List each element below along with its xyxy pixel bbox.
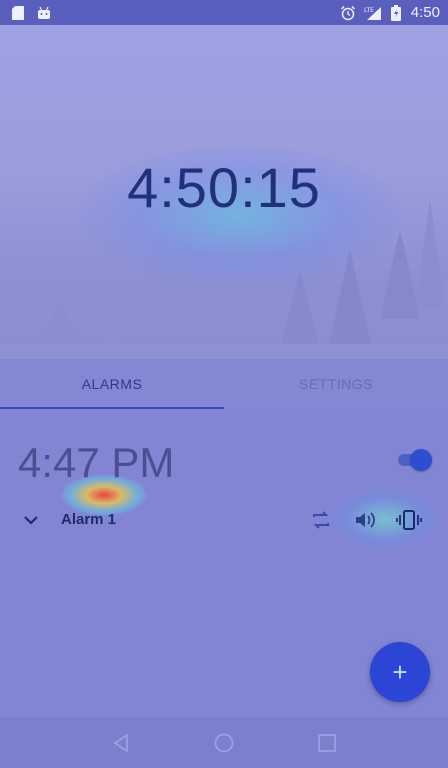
recents-icon[interactable]: [315, 731, 339, 755]
svg-text:LTE: LTE: [364, 7, 374, 14]
tab-alarms-label: ALARMS: [81, 376, 143, 392]
status-time: 4:50: [410, 4, 440, 21]
sd-card-icon: [10, 5, 26, 21]
alarm-toggle[interactable]: [396, 449, 432, 471]
status-right: LTE 4:50: [340, 4, 440, 21]
tab-settings-label: SETTINGS: [298, 376, 373, 392]
chevron-down-icon[interactable]: [22, 511, 40, 529]
alarm-clock-icon: [340, 5, 356, 21]
battery-icon: [390, 4, 402, 21]
status-bar: LTE 4:50: [0, 0, 448, 25]
tab-settings[interactable]: SETTINGS: [224, 359, 448, 409]
status-left: [10, 5, 52, 21]
vibrate-icon[interactable]: [396, 507, 422, 533]
navigation-bar: [0, 717, 448, 768]
alarm-time[interactable]: 4:47 PM: [18, 439, 174, 487]
toggle-thumb: [410, 449, 432, 471]
clock-header: 4:50:15: [0, 25, 448, 359]
add-alarm-button[interactable]: +: [370, 642, 430, 702]
add-label: +: [392, 656, 408, 687]
signal-icon: LTE: [363, 5, 383, 21]
back-icon[interactable]: [109, 731, 133, 755]
alarm-details-row: Alarm 1: [0, 505, 448, 535]
alarm-label[interactable]: Alarm 1: [61, 511, 116, 528]
tab-bar: ALARMS SETTINGS: [0, 359, 448, 409]
repeat-icon[interactable]: [308, 507, 334, 533]
home-icon[interactable]: [212, 731, 236, 755]
android-icon: [36, 5, 52, 21]
tab-alarms[interactable]: ALARMS: [0, 359, 224, 409]
current-time: 4:50:15: [127, 156, 321, 219]
sound-icon[interactable]: [352, 507, 378, 533]
